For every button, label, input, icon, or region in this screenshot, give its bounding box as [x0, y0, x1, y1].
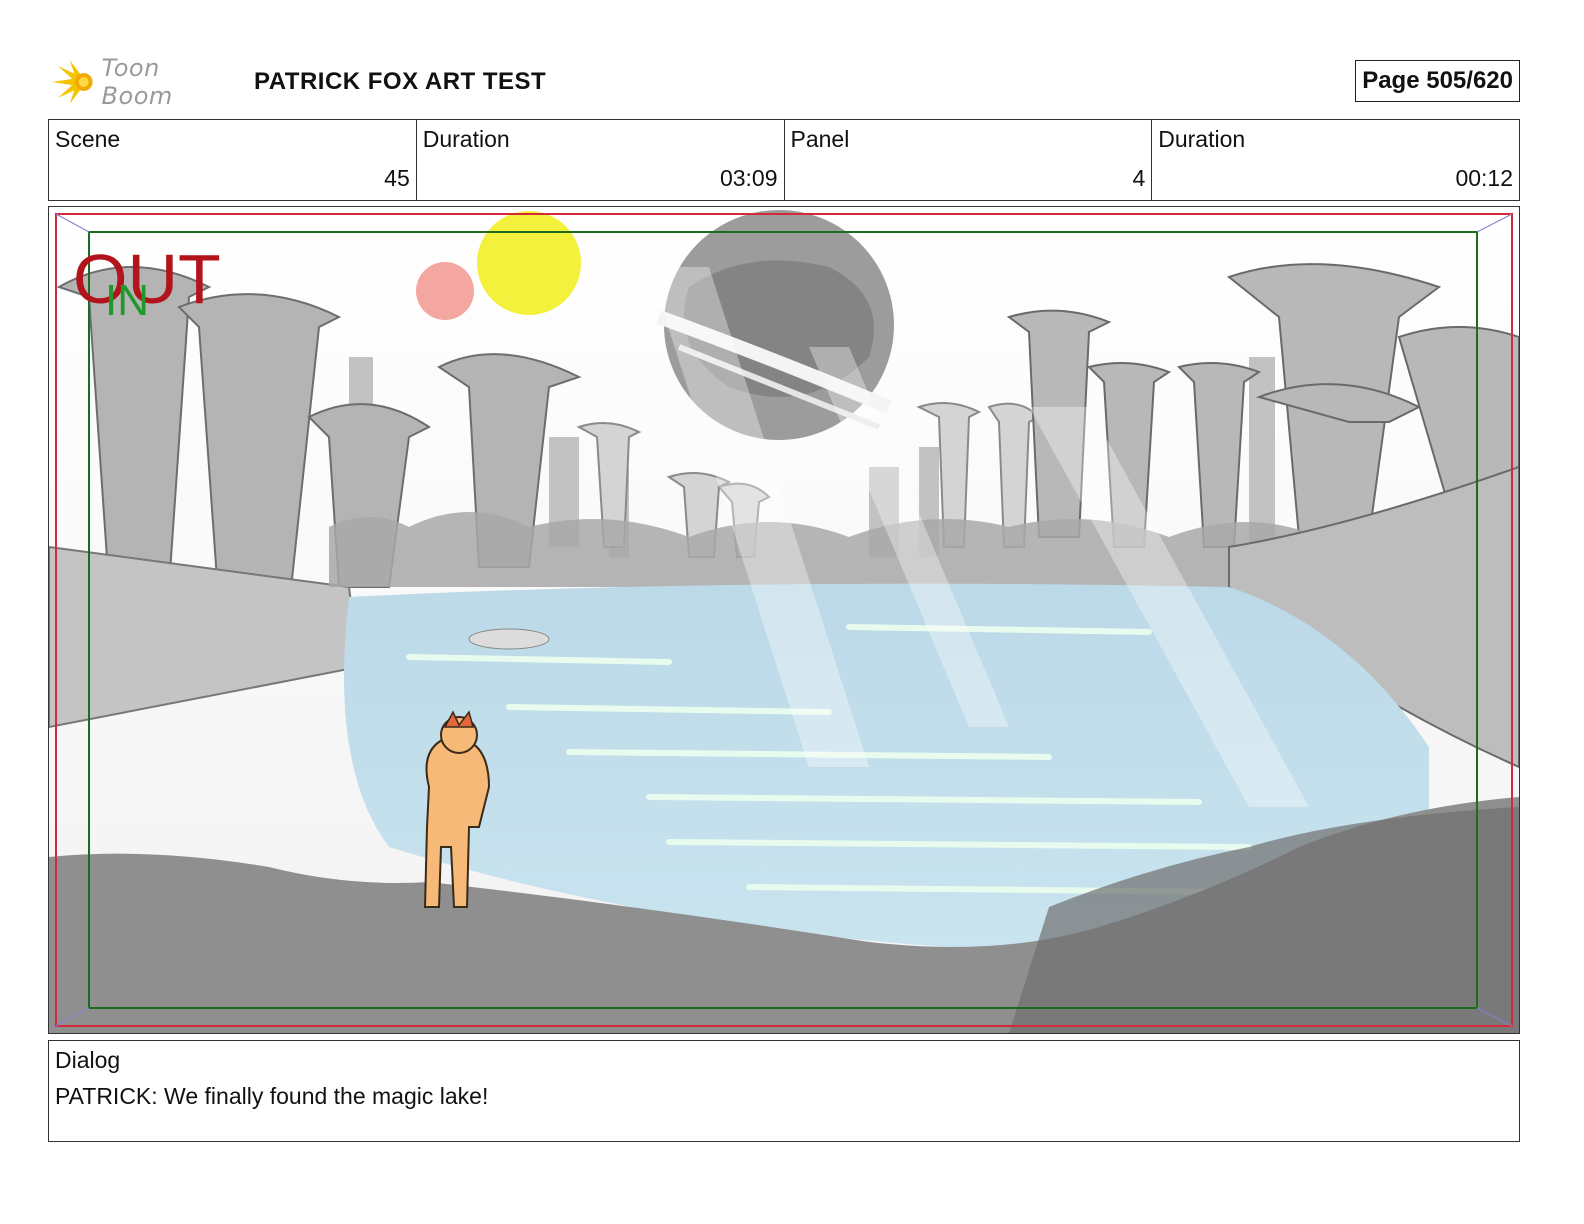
- logo-text: Toon Boom: [101, 54, 173, 110]
- panel-label: Panel: [790, 126, 850, 152]
- scene-duration-value: 03:09: [719, 165, 778, 191]
- starburst-logo-icon: [51, 60, 93, 104]
- scene-duration-cell: Duration 03:09: [417, 120, 785, 200]
- scene-label: Scene: [55, 126, 121, 152]
- panel-value: 4: [1132, 165, 1146, 191]
- lake-rock: [468, 628, 550, 650]
- panel-duration-cell: Duration 00:12: [1152, 120, 1519, 200]
- panel-duration-value: 00:12: [1455, 165, 1513, 191]
- scene-value: 45: [384, 165, 410, 191]
- page-number: Page 505/620: [1355, 60, 1520, 102]
- small-red-sun: [416, 262, 474, 320]
- dialog-box: Dialog PATRICK: We finally found the mag…: [48, 1040, 1520, 1142]
- dialog-text: PATRICK: We finally found the magic lake…: [55, 1083, 489, 1109]
- in-label: IN: [105, 276, 149, 325]
- scene-duration-label: Duration: [422, 126, 510, 152]
- dialog-label: Dialog: [55, 1047, 121, 1073]
- document-title: PATRICK FOX ART TEST: [254, 68, 547, 95]
- scene-info-table: Scene 45 Duration 03:09 Panel 4 Duration…: [48, 119, 1520, 201]
- panel-cell: Panel 4: [785, 120, 1153, 200]
- storyboard-header: Toon Boom PATRICK FOX ART TEST Page 505/…: [48, 52, 1520, 112]
- scene-cell: Scene 45: [49, 120, 417, 200]
- panel-duration-label: Duration: [1158, 126, 1246, 152]
- storyboard-panel: OUT IN: [48, 206, 1520, 1034]
- panel-artwork: OUT IN: [49, 207, 1519, 1033]
- yellow-sun: [477, 211, 581, 315]
- toon-boom-logo: Toon Boom: [48, 54, 238, 110]
